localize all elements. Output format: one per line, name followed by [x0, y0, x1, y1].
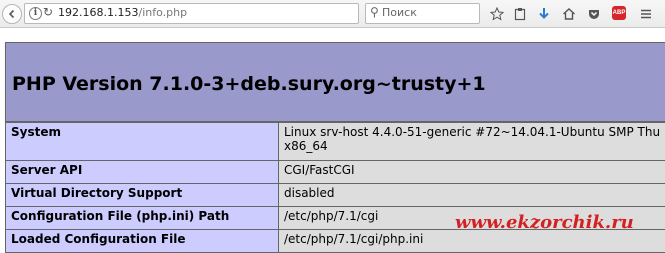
- downloads-icon[interactable]: [534, 4, 554, 24]
- site-watermark: www.ekzorchik.ru: [455, 212, 634, 233]
- table-row: System Linux srv-host 4.4.0-51-generic #…: [6, 123, 665, 161]
- adblock-icon[interactable]: ABP: [612, 6, 626, 20]
- url-host: 192.168.1.153: [58, 6, 138, 19]
- pocket-icon[interactable]: [584, 4, 604, 24]
- search-input[interactable]: [382, 5, 474, 20]
- bookmark-star-icon[interactable]: [487, 4, 507, 24]
- row-key: Server API: [6, 161, 279, 184]
- row-key: Loaded Configuration File: [6, 230, 279, 253]
- table-row: Virtual Directory Support disabled: [6, 184, 665, 207]
- row-value: Linux srv-host 4.4.0-51-generic #72~14.0…: [279, 123, 665, 161]
- url-text[interactable]: 192.168.1.153/info.php: [58, 6, 187, 19]
- reload-icon[interactable]: ↻: [43, 5, 53, 19]
- menu-icon[interactable]: [636, 4, 656, 24]
- row-key: Configuration File (php.ini) Path: [6, 207, 279, 230]
- table-row: Server API CGI/FastCGI: [6, 161, 665, 184]
- site-info-icon[interactable]: i: [29, 7, 42, 20]
- php-info-table: System Linux srv-host 4.4.0-51-generic #…: [5, 122, 665, 253]
- home-icon[interactable]: [559, 4, 579, 24]
- page-title: PHP Version 7.1.0-3+deb.sury.org~trusty+…: [12, 73, 486, 95]
- clipboard-icon[interactable]: [510, 4, 530, 24]
- back-arrow-icon: [7, 9, 17, 19]
- back-button[interactable]: [2, 4, 22, 24]
- row-key: System: [6, 123, 279, 161]
- search-icon: ⚲: [370, 5, 379, 19]
- row-value: disabled: [279, 184, 665, 207]
- address-bar[interactable]: i ↻ 192.168.1.153/info.php: [24, 3, 359, 24]
- search-bar[interactable]: ⚲: [365, 3, 480, 24]
- row-key: Virtual Directory Support: [6, 184, 279, 207]
- row-value: CGI/FastCGI: [279, 161, 665, 184]
- url-path: /info.php: [138, 6, 187, 19]
- php-version-header: PHP Version 7.1.0-3+deb.sury.org~trusty+…: [5, 42, 665, 122]
- browser-toolbar: i ↻ 192.168.1.153/info.php ⚲ ABP: [0, 0, 665, 28]
- page-content: PHP Version 7.1.0-3+deb.sury.org~trusty+…: [0, 28, 665, 244]
